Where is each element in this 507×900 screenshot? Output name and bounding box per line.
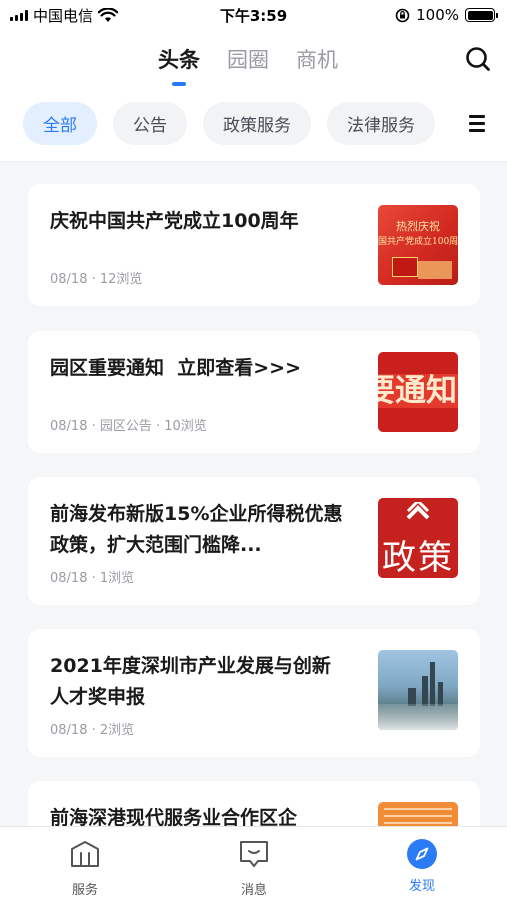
category-chips: 全部 公告 政策服务 法律服务 — [23, 102, 448, 145]
signal-icon — [10, 9, 28, 21]
flag-shape — [392, 257, 418, 277]
status-bar: 中国电信 下午3:59 100% — [0, 0, 507, 30]
thumbnail-caption: 政策 — [382, 538, 454, 578]
tab-park-circle[interactable]: 园圈 — [227, 44, 269, 74]
tower-shape — [438, 682, 443, 706]
news-thumbnail: 热烈庆祝 国共产党成立100周 — [378, 205, 458, 285]
tab-business[interactable]: 商机 — [296, 44, 338, 74]
news-thumbnail — [378, 802, 458, 826]
news-title: 园区重要通知 立即查看>>> — [50, 357, 301, 379]
tower-shape — [422, 676, 428, 706]
carrier-label: 中国电信 — [33, 6, 94, 25]
news-thumbnail: 要通知 — [378, 352, 458, 432]
battery-fill — [467, 10, 493, 20]
compass-icon — [407, 839, 437, 869]
menu-icon[interactable] — [469, 115, 485, 132]
chip-all[interactable]: 全部 — [23, 102, 97, 145]
orientation-lock-icon — [395, 8, 410, 22]
building-shape — [418, 261, 452, 279]
tabbar-label: 服务 — [71, 883, 98, 898]
chevron-up-icon — [406, 502, 430, 520]
news-meta: 08/18 · 12浏览 — [50, 272, 143, 287]
news-title: 2021年度深圳市产业发展与创新人才奖申报 — [50, 655, 331, 708]
status-right: 100% — [395, 6, 498, 24]
news-title: 前海发布新版15%企业所得税优惠政策，扩大范围门槛降... — [50, 503, 343, 556]
news-meta: 08/18 · 园区公告 · 10浏览 — [50, 419, 207, 434]
tabbar-item-discover[interactable]: 发现 — [392, 839, 452, 894]
tabbar-item-messages[interactable]: 消息 — [224, 839, 284, 898]
news-list: 庆祝中国共产党成立100周年 08/18 · 12浏览 热烈庆祝 国共产党成立1… — [0, 162, 507, 826]
status-left: 中国电信 — [10, 5, 119, 26]
chip-legal-services[interactable]: 法律服务 — [327, 102, 435, 145]
news-card[interactable]: 2021年度深圳市产业发展与创新人才奖申报 08/18 · 2浏览 — [28, 629, 480, 757]
wifi-icon — [98, 7, 119, 22]
tab-headlines[interactable]: 头条 — [158, 44, 200, 74]
building-icon — [71, 841, 99, 867]
news-meta: 08/18 · 2浏览 — [50, 723, 135, 738]
news-thumbnail: 政策 — [378, 498, 458, 578]
tabbar-item-services[interactable]: 服务 — [55, 839, 115, 898]
thumbnail-caption: 国共产党成立100周 — [378, 237, 458, 247]
thumbnail-caption: 要通知 — [378, 373, 457, 409]
news-card[interactable]: 前海深港现代服务业合作区企 — [28, 781, 480, 826]
news-thumbnail — [378, 650, 458, 730]
chip-policy-services[interactable]: 政策服务 — [203, 102, 311, 145]
news-title: 庆祝中国共产党成立100周年 — [50, 210, 299, 232]
news-card[interactable]: 园区重要通知 立即查看>>> 08/18 · 园区公告 · 10浏览 要通知 — [28, 331, 480, 453]
battery-percent: 100% — [416, 6, 459, 24]
news-card[interactable]: 庆祝中国共产党成立100周年 08/18 · 12浏览 热烈庆祝 国共产党成立1… — [28, 184, 480, 306]
cloud-shape — [378, 704, 458, 730]
tabbar-label: 发现 — [408, 879, 435, 894]
search-icon[interactable] — [465, 46, 491, 72]
battery-icon — [465, 8, 498, 22]
bottom-tab-bar: 服务 消息 发现 — [0, 826, 507, 900]
news-meta: 08/18 · 1浏览 — [50, 571, 135, 586]
tower-shape — [430, 662, 435, 706]
thumbnail-caption: 热烈庆祝 — [396, 220, 440, 233]
top-header: 头条 园圈 商机 — [0, 30, 507, 90]
tabbar-label: 消息 — [240, 883, 267, 898]
chip-announcements[interactable]: 公告 — [113, 102, 187, 145]
top-tabs: 头条 园圈 商机 — [158, 44, 338, 74]
news-title: 前海深港现代服务业合作区企 — [50, 807, 298, 826]
message-icon — [240, 841, 268, 867]
news-card[interactable]: 前海发布新版15%企业所得税优惠政策，扩大范围门槛降... 08/18 · 1浏… — [28, 477, 480, 605]
category-bar: 全部 公告 政策服务 法律服务 — [0, 90, 507, 162]
